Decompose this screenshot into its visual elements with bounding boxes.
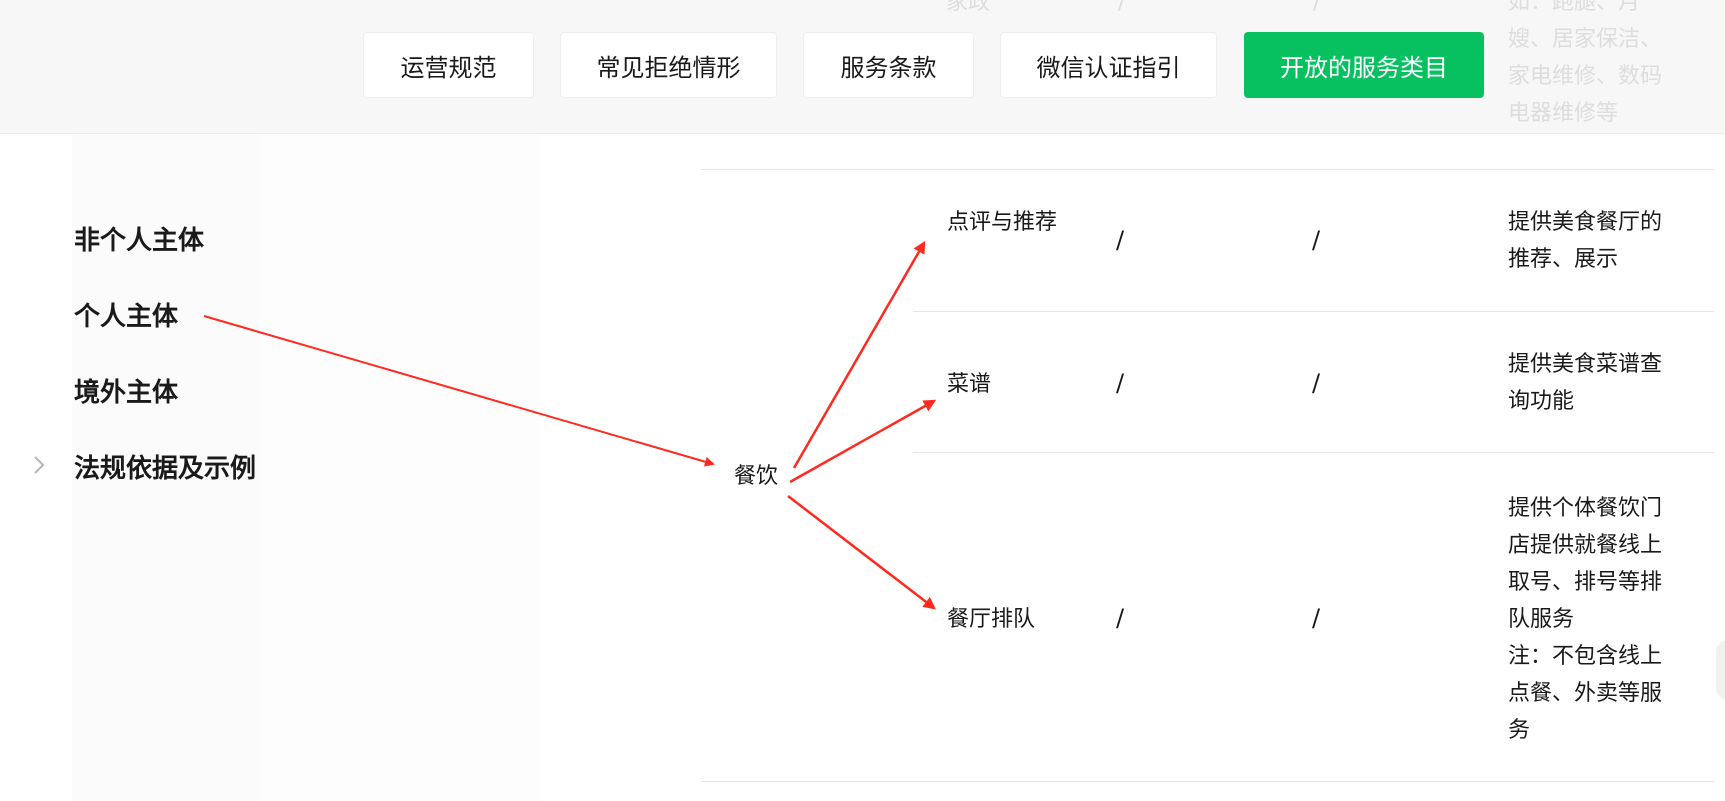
chevron-right-icon[interactable] [32,454,50,478]
chevron-right-icon-svg [34,456,45,474]
subcategory-review-recommend: 点评与推荐 [947,210,1058,235]
sidebar-item-individual[interactable]: 个人主体 [74,296,178,333]
row1-col2: / [1312,226,1321,254]
arrow-catering-to-queue [787,495,936,610]
row3-col1: / [1116,604,1125,632]
scroll-to-top-button[interactable] [1716,640,1725,700]
nav-button-operation-rules[interactable]: 运营规范 [363,32,534,98]
nav-button-common-rejections[interactable]: 常见拒绝情形 [560,32,777,98]
sidebar-item-non-individual[interactable]: 非个人主体 [74,220,204,257]
subcategory-recipes: 菜谱 [947,372,992,397]
arrow-catering-to-recipes [789,399,937,484]
table-divider-row1 [913,311,1714,312]
row2-description: 提供美食菜谱查询功能 [1508,352,1663,414]
table-divider-top [701,169,1714,170]
row3-description: 提供个体餐饮门店提供就餐线上取号、排号等排队服务 注：不包含线上点餐、外卖等服务 [1508,496,1663,743]
faded-row-category: 家政 [946,0,991,15]
category-label: 餐饮 [734,464,779,489]
row2-col2: / [1312,369,1321,397]
row3-col2: / [1312,604,1321,632]
sidebar-item-overseas[interactable]: 境外主体 [74,372,178,409]
nav-button-open-service-categories[interactable]: 开放的服务类目 [1244,32,1484,98]
faded-row-col2: / [1313,0,1321,15]
row1-col1: / [1116,226,1125,254]
faded-row-desc: 如：跑腿、月嫂、居家保洁、家电维修、数码电器维修等 [1508,0,1663,126]
sidebar-gutter [260,133,540,801]
table-divider-bottom [701,781,1714,782]
faded-row-col1: / [1118,0,1126,15]
top-nav-bar: 家政 / / 如：跑腿、月嫂、居家保洁、家电维修、数码电器维修等 运营规范 常见… [0,0,1725,134]
nav-button-terms-of-service[interactable]: 服务条款 [803,32,974,98]
page-root: 家政 / / 如：跑腿、月嫂、居家保洁、家电维修、数码电器维修等 运营规范 常见… [0,0,1725,801]
table-divider-row2 [913,452,1714,453]
nav-button-wechat-verification[interactable]: 微信认证指引 [1000,32,1217,98]
arrow-catering-to-review [792,240,926,469]
subcategory-restaurant-queue: 餐厅排队 [947,607,1036,632]
sidebar-item-regulations[interactable]: 法规依据及示例 [74,448,256,485]
row2-col1: / [1116,369,1125,397]
row1-description: 提供美食餐厅的推荐、展示 [1508,210,1663,272]
